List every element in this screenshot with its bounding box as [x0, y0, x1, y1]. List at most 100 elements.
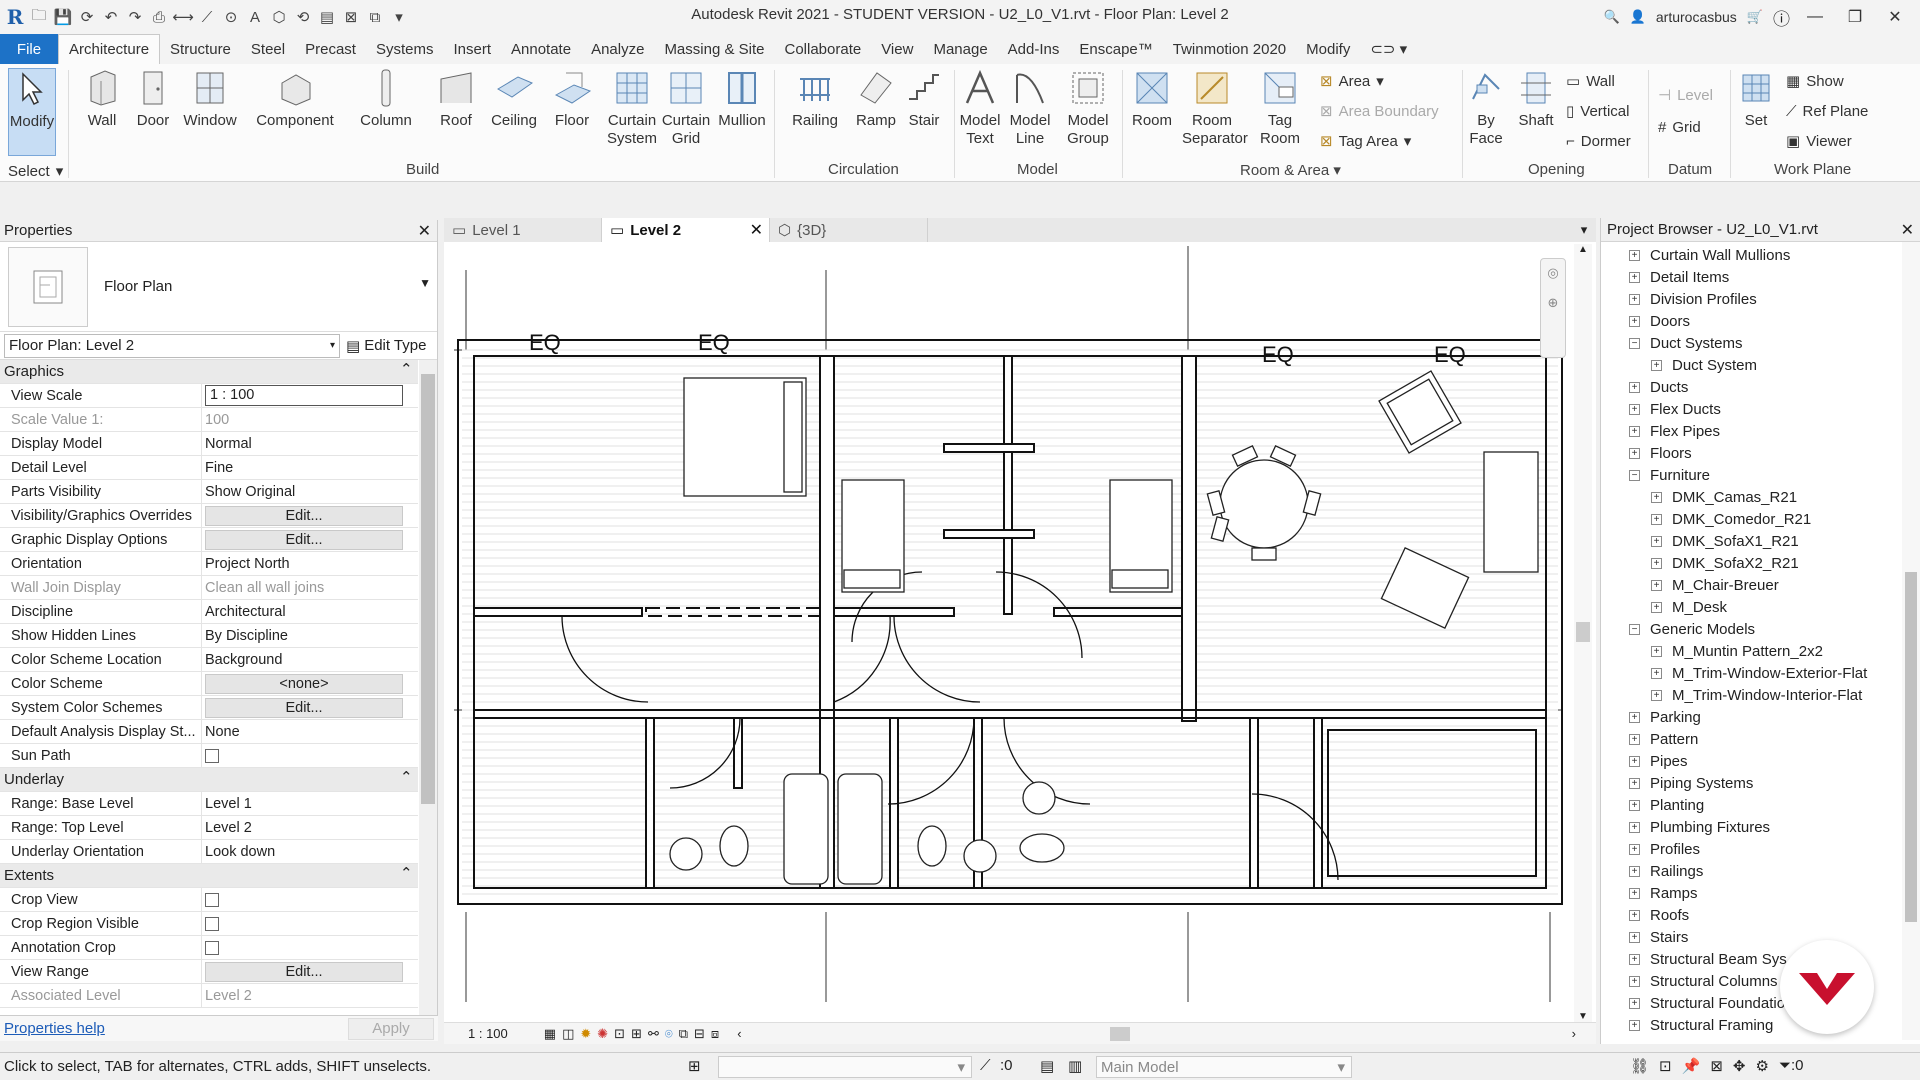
close-window-button[interactable]: ✕: [1880, 7, 1910, 27]
sync-icon[interactable]: ⟳: [76, 6, 98, 28]
expand-icon[interactable]: +: [1629, 381, 1640, 393]
annotation-crop-checkbox[interactable]: [205, 940, 219, 955]
worksets-icon[interactable]: ⊞: [688, 1057, 701, 1075]
browser-scrollbar[interactable]: [1902, 242, 1920, 1040]
prop-parts-visibility[interactable]: Parts Visibility Show Original: [0, 480, 418, 504]
expand-icon[interactable]: +: [1651, 359, 1662, 371]
thin-lines-icon[interactable]: ▤: [316, 6, 338, 28]
browser-item[interactable]: + Piping Systems: [1629, 772, 1901, 794]
tab-systems[interactable]: Systems: [366, 34, 444, 64]
text-icon[interactable]: A: [244, 6, 266, 28]
tag-icon[interactable]: ⊙: [220, 6, 242, 28]
section-extents[interactable]: Extents ⌃: [0, 864, 418, 888]
browser-item[interactable]: + Stairs: [1629, 926, 1901, 948]
browser-item[interactable]: + Floors: [1629, 442, 1901, 464]
level-button[interactable]: ⊣ Level: [1658, 84, 1713, 106]
view-range-edit-button[interactable]: Edit...: [205, 961, 403, 982]
close-icon[interactable]: ✕: [1901, 220, 1914, 240]
expand-icon[interactable]: +: [1629, 315, 1640, 327]
ref-plane-button[interactable]: ⟋ Ref Plane: [1786, 100, 1868, 122]
expand-icon[interactable]: +: [1629, 821, 1640, 833]
floor-button[interactable]: Floor: [542, 68, 602, 158]
shadows-icon[interactable]: ✺: [597, 1026, 608, 1042]
instance-selector[interactable]: Floor Plan: Level 2 ▾: [4, 333, 340, 358]
collapse-icon[interactable]: −: [1629, 469, 1640, 481]
ceiling-button[interactable]: Ceiling: [484, 68, 544, 158]
reveal-hidden-icon[interactable]: ⌾: [665, 1026, 673, 1042]
panel-room-area-label[interactable]: Room & Area ▾: [1240, 161, 1341, 179]
select-links-icon[interactable]: ⛓: [1630, 1057, 1649, 1075]
graphic-display-edit-button[interactable]: Edit...: [205, 529, 403, 550]
navigation-bar[interactable]: ◎ ⊕: [1540, 258, 1566, 358]
edit-type-button[interactable]: ▤ Edit Type: [346, 337, 426, 355]
browser-item[interactable]: + M_Muntin Pattern_2x2: [1629, 640, 1901, 662]
prop-view-scale[interactable]: View Scale 1 : 100: [0, 384, 418, 408]
wall-button[interactable]: Wall: [72, 68, 132, 158]
browser-item[interactable]: +Walls: [1629, 1036, 1901, 1038]
browser-item[interactable]: + Flex Ducts: [1629, 398, 1901, 420]
area-boundary-button[interactable]: ⊠ Area Boundary: [1320, 100, 1439, 122]
filter-icon[interactable]: ⏷:0: [1779, 1057, 1804, 1075]
expand-icon[interactable]: +: [1651, 689, 1662, 701]
tab-collaborate[interactable]: Collaborate: [774, 34, 871, 64]
browser-item[interactable]: + DMK_Camas_R21: [1629, 486, 1901, 508]
tab-massing-site[interactable]: Massing & Site: [654, 34, 774, 64]
tag-room-button[interactable]: Tag Room: [1250, 68, 1310, 158]
stair-button[interactable]: Stair: [894, 68, 954, 158]
expand-icon[interactable]: +: [1629, 887, 1640, 899]
design-options-icon[interactable]: ▤: [1040, 1057, 1054, 1075]
section-underlay[interactable]: Underlay ⌃: [0, 768, 418, 792]
drawing-horizontal-scrollbar[interactable]: [748, 1026, 1566, 1041]
prop-hidden-lines[interactable]: Show Hidden Lines By Discipline: [0, 624, 418, 648]
view-tab-3d[interactable]: ⬡ {3D}: [770, 218, 928, 242]
color-scheme-button[interactable]: <none>: [205, 673, 403, 694]
roof-button[interactable]: Roof: [426, 68, 486, 158]
browser-item[interactable]: + DMK_SofaX2_R21: [1629, 552, 1901, 574]
tab-steel[interactable]: Steel: [241, 34, 295, 64]
vertical-opening-button[interactable]: ▯ Vertical: [1566, 100, 1629, 122]
expand-icon[interactable]: +: [1629, 909, 1640, 921]
cart-icon[interactable]: 🛒: [1747, 9, 1763, 25]
restore-button[interactable]: ❐: [1840, 7, 1870, 27]
zoom-icon[interactable]: ⊕: [1548, 295, 1559, 311]
expand-icon[interactable]: +: [1629, 799, 1640, 811]
select-dropdown[interactable]: Select ▾: [8, 160, 63, 182]
drag-elements-icon[interactable]: ✥: [1733, 1057, 1746, 1075]
model-line-button[interactable]: Model Line: [1000, 68, 1060, 158]
prop-underlay-orientation[interactable]: Underlay Orientation Look down: [0, 840, 418, 864]
viewer-button[interactable]: ▣ Viewer: [1786, 130, 1852, 152]
view-tab-level-2[interactable]: ▭ Level 2 ✕: [602, 218, 770, 242]
browser-item[interactable]: + Pipes: [1629, 750, 1901, 772]
column-button[interactable]: Column: [356, 68, 416, 158]
browser-item[interactable]: − Furniture: [1629, 464, 1901, 486]
browser-item[interactable]: + M_Desk: [1629, 596, 1901, 618]
temporary-hide-icon[interactable]: ⚯: [648, 1026, 659, 1042]
browser-item[interactable]: + M_Chair-Breuer: [1629, 574, 1901, 596]
expand-icon[interactable]: +: [1629, 975, 1640, 987]
horizontal-scroll-thumb[interactable]: [1109, 1026, 1130, 1041]
section-icon[interactable]: ⟲: [292, 6, 314, 28]
open-icon[interactable]: 🗀: [28, 6, 50, 28]
system-color-schemes-edit-button[interactable]: Edit...: [205, 697, 403, 718]
browser-item[interactable]: + Doors: [1629, 310, 1901, 332]
view-tab-level-1[interactable]: ▭ Level 1: [444, 218, 602, 242]
collapse-icon[interactable]: −: [1629, 623, 1640, 635]
browser-item[interactable]: + Profiles: [1629, 838, 1901, 860]
properties-help-link[interactable]: Properties help: [4, 1020, 105, 1037]
curtain-grid-button[interactable]: Curtain Grid: [656, 68, 716, 158]
expand-icon[interactable]: +: [1629, 271, 1640, 283]
expand-icon[interactable]: +: [1651, 601, 1662, 613]
ribbon-options-icon[interactable]: ⊂⊃ ▾: [1360, 34, 1417, 64]
expand-icon[interactable]: +: [1629, 997, 1640, 1009]
revit-logo-icon[interactable]: R: [4, 5, 26, 29]
crop-region-icon[interactable]: ⊞: [631, 1026, 642, 1042]
tabs-menu-icon[interactable]: ▾: [1572, 218, 1596, 242]
analytical-model-icon[interactable]: ⊟: [694, 1026, 705, 1042]
modify-button[interactable]: Modify: [8, 68, 56, 156]
browser-item[interactable]: + Ramps: [1629, 882, 1901, 904]
scroll-right-icon[interactable]: ›: [1572, 1026, 1576, 1041]
steering-wheel-icon[interactable]: ◎: [1547, 265, 1558, 281]
grid-button[interactable]: # Grid: [1658, 116, 1701, 138]
tab-precast[interactable]: Precast: [295, 34, 366, 64]
editable-only-icon[interactable]: ⟋: [980, 1057, 991, 1074]
